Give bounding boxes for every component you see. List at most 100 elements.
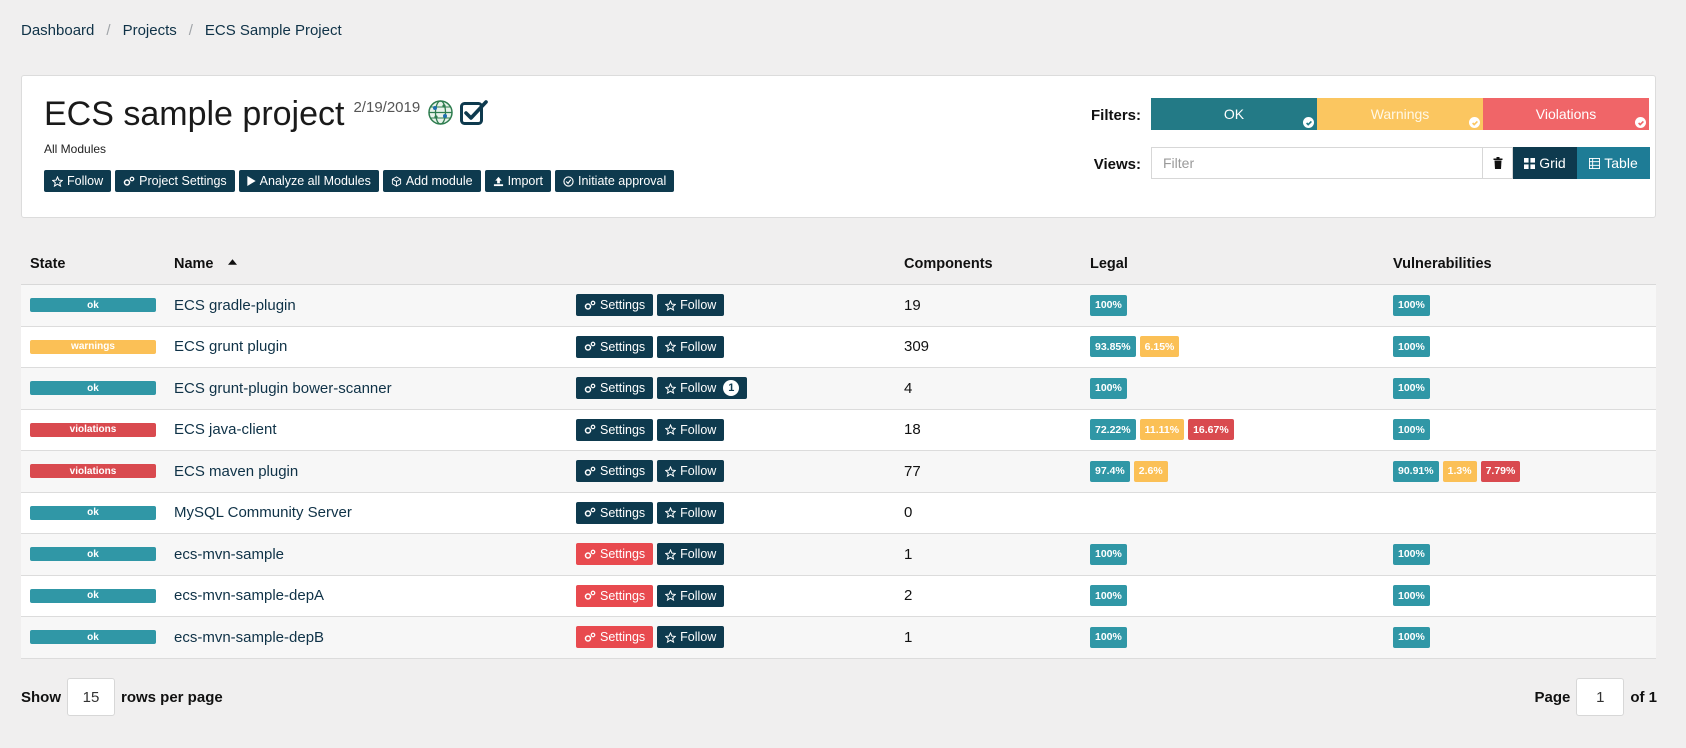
settings-label: Settings	[600, 547, 646, 562]
module-follow-button[interactable]: Follow	[657, 418, 725, 441]
add-module-button[interactable]: Add module	[382, 170, 481, 192]
page-number-input[interactable]	[1576, 678, 1625, 716]
trash-icon	[1493, 157, 1502, 169]
module-follow-button[interactable]: Follow	[657, 543, 725, 566]
module-settings-button[interactable]: Settings	[576, 626, 654, 649]
legal-percent-badge: 72.22%	[1090, 419, 1136, 441]
module-name-link[interactable]: ecs-mvn-sample-depB	[174, 629, 324, 646]
module-follow-button[interactable]: Follow 1	[657, 377, 748, 400]
module-name-link[interactable]: ECS grunt plugin	[174, 338, 287, 355]
header-name-label: Name	[174, 255, 214, 272]
breadcrumb-current[interactable]: ECS Sample Project	[205, 22, 342, 39]
breadcrumb-projects[interactable]: Projects	[123, 22, 177, 39]
gears-icon	[584, 466, 596, 476]
module-name-link[interactable]: ecs-mvn-sample-depA	[174, 587, 324, 604]
filter-violations[interactable]: Violations	[1483, 98, 1649, 130]
vulnerability-percent-badge: 100%	[1393, 585, 1430, 607]
header-name[interactable]: Name	[174, 256, 237, 272]
module-name-link[interactable]: ECS gradle-plugin	[174, 297, 296, 314]
grid-view-button[interactable]: Grid	[1513, 147, 1577, 179]
module-name-link[interactable]: ECS java-client	[174, 421, 277, 438]
grid-label: Grid	[1539, 155, 1566, 171]
legal-cell: 100%	[1090, 626, 1127, 648]
table-view-button[interactable]: Table	[1577, 147, 1650, 179]
components-count: 1	[904, 545, 913, 563]
components-count: 18	[904, 421, 921, 439]
module-follow-button[interactable]: Follow	[657, 294, 725, 317]
rows-per-page-label: rows per page	[121, 688, 223, 706]
project-settings-button[interactable]: Project Settings	[115, 170, 235, 192]
row-actions: Settings Follow	[576, 460, 725, 483]
module-settings-button[interactable]: Settings	[576, 418, 654, 441]
module-settings-button[interactable]: Settings	[576, 294, 654, 317]
module-name-link[interactable]: ecs-mvn-sample	[174, 546, 284, 563]
status-badge: ok	[30, 547, 156, 562]
legal-percent-badge: 97.4%	[1090, 460, 1130, 482]
components-count: 77	[904, 462, 921, 480]
header-vulnerabilities[interactable]: Vulnerabilities	[1393, 256, 1492, 272]
initiate-approval-button[interactable]: Initiate approval	[555, 170, 675, 192]
legal-percent-badge: 6.15%	[1139, 336, 1180, 358]
settings-label: Settings	[600, 298, 646, 313]
vulnerability-percent-badge: 100%	[1393, 543, 1430, 565]
module-follow-button[interactable]: Follow	[657, 460, 725, 483]
header-legal[interactable]: Legal	[1090, 256, 1128, 272]
legal-cell: 93.85% 6.15%	[1090, 336, 1180, 358]
rows-per-page-input[interactable]	[67, 678, 115, 716]
legal-percent-badge: 100%	[1090, 377, 1127, 399]
import-button[interactable]: Import	[484, 170, 551, 192]
header-state[interactable]: State	[30, 256, 65, 272]
follow-project-button[interactable]: Follow	[44, 170, 112, 192]
module-name-link[interactable]: MySQL Community Server	[174, 504, 352, 521]
analyze-all-button[interactable]: Analyze all Modules	[238, 170, 379, 192]
legal-cell: 72.22% 11.11% 16.67%	[1090, 419, 1234, 441]
clear-filter-button[interactable]	[1482, 147, 1513, 179]
project-header-card: ECS sample project 2/19/2019 All Modules	[21, 75, 1656, 218]
follow-label: Follow	[680, 422, 717, 437]
state-cell: ok	[30, 505, 156, 520]
module-name-link[interactable]: ECS grunt-plugin bower-scanner	[174, 380, 392, 397]
check-circle-icon	[563, 175, 574, 187]
breadcrumb-dashboard[interactable]: Dashboard	[21, 22, 94, 39]
vulnerabilities-cell: 100%	[1393, 543, 1430, 565]
check-icon	[1303, 117, 1314, 128]
settings-label: Settings	[600, 339, 646, 354]
views-label: Views:	[1093, 156, 1141, 173]
module-name-link[interactable]: ECS maven plugin	[174, 463, 298, 480]
page-of-label: of 1	[1630, 688, 1657, 706]
vulnerabilities-cell: 90.91% 1.3% 7.79%	[1393, 460, 1521, 482]
legal-cell: 100%	[1090, 294, 1127, 316]
table-row: ok MySQL Community Server Settings Follo…	[21, 492, 1656, 534]
module-settings-button[interactable]: Settings	[576, 543, 654, 566]
state-cell: ok	[30, 381, 156, 396]
star-icon	[665, 424, 677, 436]
modules-table: State Name Components Legal Vulnerabilit…	[21, 243, 1656, 659]
vulnerabilities-cell: 100%	[1393, 585, 1430, 607]
table-row: ok ECS grunt-plugin bower-scanner Settin…	[21, 368, 1656, 410]
vulnerability-percent-badge: 7.79%	[1480, 460, 1521, 482]
star-icon	[665, 299, 677, 311]
module-settings-button[interactable]: Settings	[576, 335, 654, 358]
state-cell: ok	[30, 298, 156, 313]
filter-input[interactable]	[1151, 147, 1482, 179]
module-settings-button[interactable]: Settings	[576, 377, 654, 400]
settings-label: Settings	[600, 630, 646, 645]
module-follow-button[interactable]: Follow	[657, 626, 725, 649]
module-follow-button[interactable]: Follow	[657, 501, 725, 524]
module-settings-button[interactable]: Settings	[576, 460, 654, 483]
gears-icon	[584, 383, 596, 393]
filter-ok[interactable]: OK	[1151, 98, 1317, 130]
gears-icon	[584, 341, 596, 351]
legal-percent-badge: 2.6%	[1133, 460, 1168, 482]
module-follow-button[interactable]: Follow	[657, 584, 725, 607]
filter-warnings[interactable]: Warnings	[1317, 98, 1483, 130]
module-settings-button[interactable]: Settings	[576, 501, 654, 524]
gears-icon	[584, 507, 596, 517]
header-components[interactable]: Components	[904, 256, 993, 272]
legal-percent-badge: 100%	[1090, 543, 1127, 565]
module-settings-button[interactable]: Settings	[576, 584, 654, 607]
status-badge: ok	[30, 298, 156, 313]
legal-cell: 100%	[1090, 543, 1127, 565]
module-follow-button[interactable]: Follow	[657, 335, 725, 358]
star-icon	[665, 507, 677, 519]
